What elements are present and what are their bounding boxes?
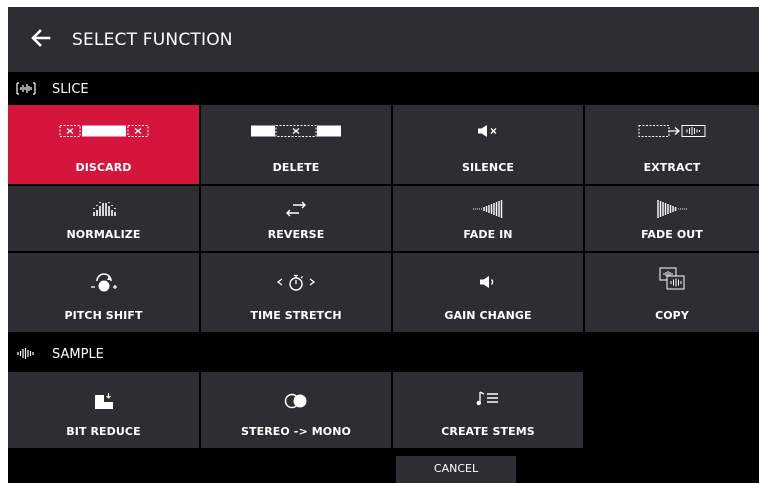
pitch-shift-button[interactable]: PITCH SHIFT — [8, 253, 199, 332]
gain-change-button[interactable]: GAIN CHANGE — [393, 253, 583, 332]
create-stems-label: CREATE STEMS — [441, 425, 535, 438]
fade-out-button[interactable]: FADE OUT — [585, 186, 759, 251]
section-label-slice: SLICE — [52, 82, 89, 97]
stems-icon — [476, 391, 498, 406]
bit-reduce-button[interactable]: BIT REDUCE — [8, 372, 199, 448]
silence-label: SILENCE — [461, 161, 515, 174]
sample-waveform-icon — [17, 348, 34, 359]
section-label-sample: SAMPLE — [52, 347, 104, 362]
section-sample: SAMPLE — [8, 337, 759, 370]
silence-button[interactable]: SILENCE — [393, 105, 583, 184]
discard-label: DISCARD — [75, 161, 132, 174]
copy-button[interactable]: COPY — [585, 253, 759, 332]
extract-icon — [638, 125, 706, 137]
normalize-label: NORMALIZE — [66, 228, 141, 241]
speaker-mute-icon — [478, 125, 497, 137]
reverse-label: REVERSE — [267, 228, 325, 241]
normalize-icon — [92, 202, 116, 216]
extract-label: EXTRACT — [643, 161, 701, 174]
fade-in-label: FADE IN — [463, 228, 513, 241]
copy-label: COPY — [655, 309, 689, 322]
pitch-dial-icon — [90, 273, 117, 292]
reverse-button[interactable]: REVERSE — [201, 186, 391, 251]
discard-button[interactable]: DISCARD — [8, 105, 199, 184]
section-slice: SLICE — [8, 72, 759, 105]
fade-in-button[interactable]: FADE IN — [393, 186, 583, 251]
delete-label: DELETE — [272, 161, 320, 174]
normalize-button[interactable]: NORMALIZE — [8, 186, 199, 251]
delete-button[interactable]: DELETE — [201, 105, 391, 184]
fade-out-label: FADE OUT — [641, 228, 703, 241]
copy-waveform-icon — [659, 267, 685, 290]
speaker-volume-icon — [480, 276, 494, 288]
delete-icon — [251, 125, 341, 137]
slice-waveform-icon — [16, 82, 36, 95]
header-bar: SELECT FUNCTION — [8, 7, 759, 72]
time-stretch-button[interactable]: TIME STRETCH — [201, 253, 391, 332]
bit-reduce-icon — [94, 393, 113, 409]
stereo-mono-label: STEREO -> MONO — [241, 425, 351, 438]
reverse-arrows-icon — [286, 201, 306, 217]
create-stems-button[interactable]: CREATE STEMS — [393, 372, 583, 448]
stopwatch-arrows-icon — [276, 274, 316, 291]
select-function-screen: SELECT FUNCTION SLICE DISCARD DELETE SIL… — [8, 7, 759, 483]
page-title: SELECT FUNCTION — [72, 30, 233, 50]
fade-out-icon — [657, 200, 687, 218]
back-button[interactable] — [28, 25, 54, 51]
arrow-left-icon — [31, 29, 51, 47]
time-stretch-label: TIME STRETCH — [250, 309, 342, 322]
extract-button[interactable]: EXTRACT — [585, 105, 759, 184]
pitch-shift-label: PITCH SHIFT — [64, 309, 143, 322]
fade-in-icon — [473, 200, 503, 218]
gain-change-label: GAIN CHANGE — [444, 309, 532, 322]
stereo-mono-button[interactable]: STEREO -> MONO — [201, 372, 391, 448]
cancel-button[interactable]: CANCEL — [396, 456, 516, 483]
discard-icon — [59, 125, 148, 137]
bit-reduce-label: BIT REDUCE — [66, 425, 141, 438]
stereo-mono-icon — [284, 393, 307, 409]
